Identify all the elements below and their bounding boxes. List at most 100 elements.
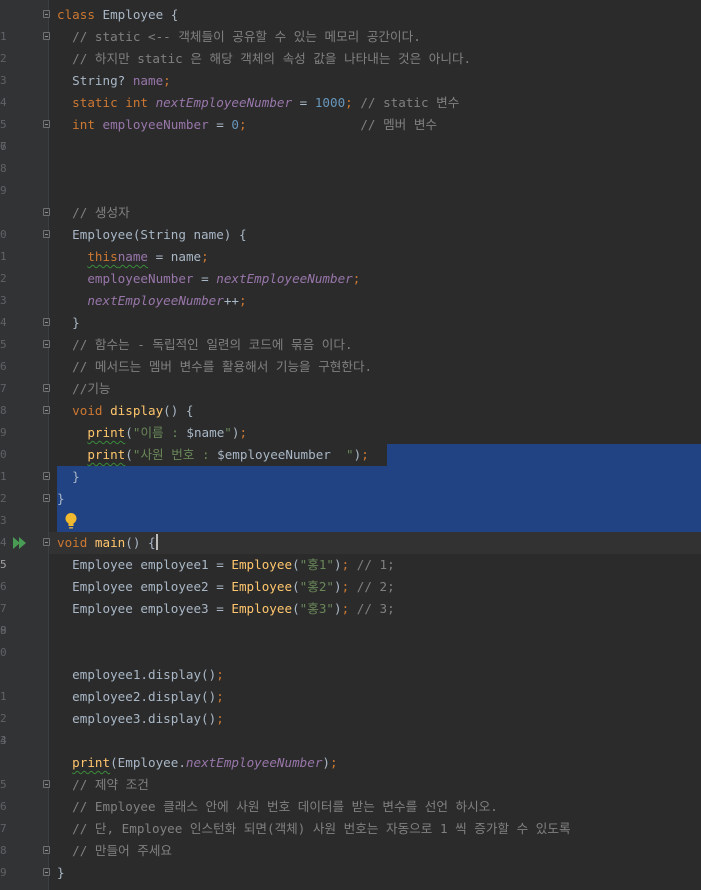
- code-line[interactable]: 0 }: [0, 862, 701, 890]
- code-line[interactable]: 6 // 함수는 - 독립적인 일련의 코드에 묶음 이다.: [0, 334, 701, 373]
- code-line[interactable]: 9 void display() {: [0, 400, 701, 439]
- code-line[interactable]: 3 employee3.display();: [0, 708, 701, 747]
- template-var: $name: [186, 425, 225, 440]
- code-line[interactable]: 3 }: [0, 488, 701, 527]
- function-name: main: [94, 535, 126, 550]
- class-name: Employee {: [94, 7, 179, 22]
- comment: // static <-- 객체들이 공유할 수 있는 메모리 공간이다.: [57, 29, 421, 44]
- line-number: 4: [0, 734, 7, 747]
- code-line[interactable]: 9: [0, 620, 701, 642]
- code-line[interactable]: 0 print("이름 : $name");: [0, 422, 701, 461]
- field-name: name: [117, 249, 149, 264]
- code-line[interactable]: 7 // 메서드는 멤버 변수를 활용해서 기능을 구현한다.: [0, 356, 701, 395]
- fold-marker-icon[interactable]: [43, 230, 50, 238]
- fold-marker-icon[interactable]: [43, 32, 50, 40]
- fold-marker-icon[interactable]: [43, 846, 50, 854]
- code-line[interactable]: 5 print(Employee.nextEmployeeNumber);: [0, 752, 701, 791]
- code-line[interactable]: 1 employee1.display();: [0, 664, 701, 703]
- code-line[interactable]: 5 static int nextEmployeeNumber = 1000; …: [0, 92, 701, 131]
- brace: }: [57, 491, 65, 506]
- paren: (: [292, 579, 300, 594]
- brace: }: [57, 469, 80, 484]
- semicolon: ;: [216, 689, 224, 704]
- code-line[interactable]: 6 Employee employee1 = Employee("홍1"); /…: [0, 554, 701, 593]
- fold-marker-icon[interactable]: [43, 340, 50, 348]
- code-line[interactable]: 4: [0, 510, 701, 549]
- semicolon: ;: [239, 293, 247, 308]
- function-name: display: [110, 403, 164, 418]
- intention-bulb-icon[interactable]: [64, 512, 78, 530]
- code-line[interactable]: 6 int employeeNumber = 0; // 멤버 변수: [0, 114, 701, 153]
- function-call: print: [72, 755, 111, 770]
- code-line[interactable]: 9: [0, 180, 701, 202]
- fold-marker-icon[interactable]: [43, 472, 50, 480]
- code-line[interactable]: 2 }: [0, 466, 701, 505]
- run-arrow-icon[interactable]: [13, 537, 27, 549]
- code-line[interactable]: 8 Employee employee3 = Employee("홍3"); /…: [0, 598, 701, 637]
- code-line[interactable]: 1 class Employee {: [0, 4, 701, 43]
- fold-marker-icon[interactable]: [43, 538, 50, 546]
- line-number: 8: [0, 162, 7, 175]
- code-line[interactable]: 4 nextEmployeeNumber++;: [0, 290, 701, 329]
- static-field: nextEmployeeNumber: [185, 755, 323, 770]
- paren: ): [334, 579, 342, 594]
- code-line[interactable]: 5 void main() {: [0, 532, 701, 571]
- text-caret: [155, 534, 158, 550]
- code-line[interactable]: 2 thisname = name;: [0, 246, 701, 285]
- comment: // 3;: [349, 601, 395, 616]
- code-line[interactable]: 9 // 만들어 주세요: [0, 840, 701, 879]
- code-line[interactable]: 4: [0, 730, 701, 752]
- line-number: 7: [0, 140, 7, 153]
- code-line[interactable]: 7 // Employee 클래스 안에 사원 번호 데이터를 받는 변수를 선…: [0, 796, 701, 835]
- code-line[interactable]: 1 print("사원 번호 : $employeeNumber ");: [0, 444, 701, 483]
- code-line[interactable]: 8 //기능: [0, 378, 701, 417]
- comment: //기능: [57, 381, 111, 396]
- code-line[interactable]: 3 employeeNumber = nextEmployeeNumber;: [0, 268, 701, 307]
- args: (Employee.: [110, 755, 186, 770]
- code-line[interactable]: 1 Employee(String name) {: [0, 224, 701, 263]
- code-line[interactable]: 7 Employee employee2 = Employee("홍2"); /…: [0, 576, 701, 615]
- code-editor[interactable]: 1 class Employee { 2 // static <-- 객체들이 …: [0, 0, 701, 890]
- code-line[interactable]: 7: [0, 136, 701, 158]
- fold-marker-icon[interactable]: [43, 10, 50, 18]
- paren: (: [292, 557, 300, 572]
- static-field: nextEmployeeNumber: [155, 95, 293, 110]
- line-number: 9: [0, 624, 7, 637]
- line-number: 0: [0, 646, 7, 659]
- code-line[interactable]: 8 // 단, Employee 인스턴화 되면(객체) 사원 번호는 자동으로…: [0, 818, 701, 857]
- keyword: void: [72, 403, 111, 418]
- string: "홍1": [299, 557, 334, 572]
- fold-marker-icon[interactable]: [43, 384, 50, 392]
- code-line[interactable]: 0: [0, 642, 701, 664]
- operator: =: [292, 95, 315, 110]
- fold-marker-icon[interactable]: [43, 406, 50, 414]
- paren: ): [334, 601, 342, 616]
- fold-marker-icon[interactable]: [43, 494, 50, 502]
- code-line[interactable]: 6 // 제약 조건: [0, 774, 701, 813]
- comment: // 단, Employee 인스턴화 되면(객체) 사원 번호는 자동으로 1…: [57, 821, 571, 836]
- constructor-call: Employee: [231, 557, 293, 572]
- code-line[interactable]: 3 // 하지만 static 은 해당 객체의 속성 값을 나타내는 것은 아…: [0, 48, 701, 87]
- code-line[interactable]: 2 employee2.display();: [0, 686, 701, 725]
- code-line[interactable]: 0 // 생성자: [0, 202, 701, 241]
- code-line[interactable]: 2 // static <-- 객체들이 공유할 수 있는 메모리 공간이다.: [0, 26, 701, 65]
- line-number: 9: [0, 184, 7, 197]
- number: 0: [231, 117, 240, 132]
- fold-marker-icon[interactable]: [43, 318, 50, 326]
- fold-marker-icon[interactable]: [43, 780, 50, 788]
- keyword: void: [57, 535, 95, 550]
- code-line[interactable]: 5 }: [0, 312, 701, 351]
- fold-marker-icon[interactable]: [43, 208, 50, 216]
- keyword: class: [57, 7, 95, 22]
- string: "사원 번호 :: [132, 447, 218, 462]
- code-line[interactable]: 8: [0, 158, 701, 180]
- declaration: Employee employee1 =: [57, 557, 232, 572]
- code-line[interactable]: 4 String? name;: [0, 70, 701, 109]
- padding: [247, 117, 361, 132]
- fold-marker-icon[interactable]: [43, 120, 50, 128]
- operator: =: [208, 117, 232, 132]
- fold-marker-icon[interactable]: [43, 868, 50, 876]
- constructor-decl: Employee(String name) {: [57, 227, 247, 242]
